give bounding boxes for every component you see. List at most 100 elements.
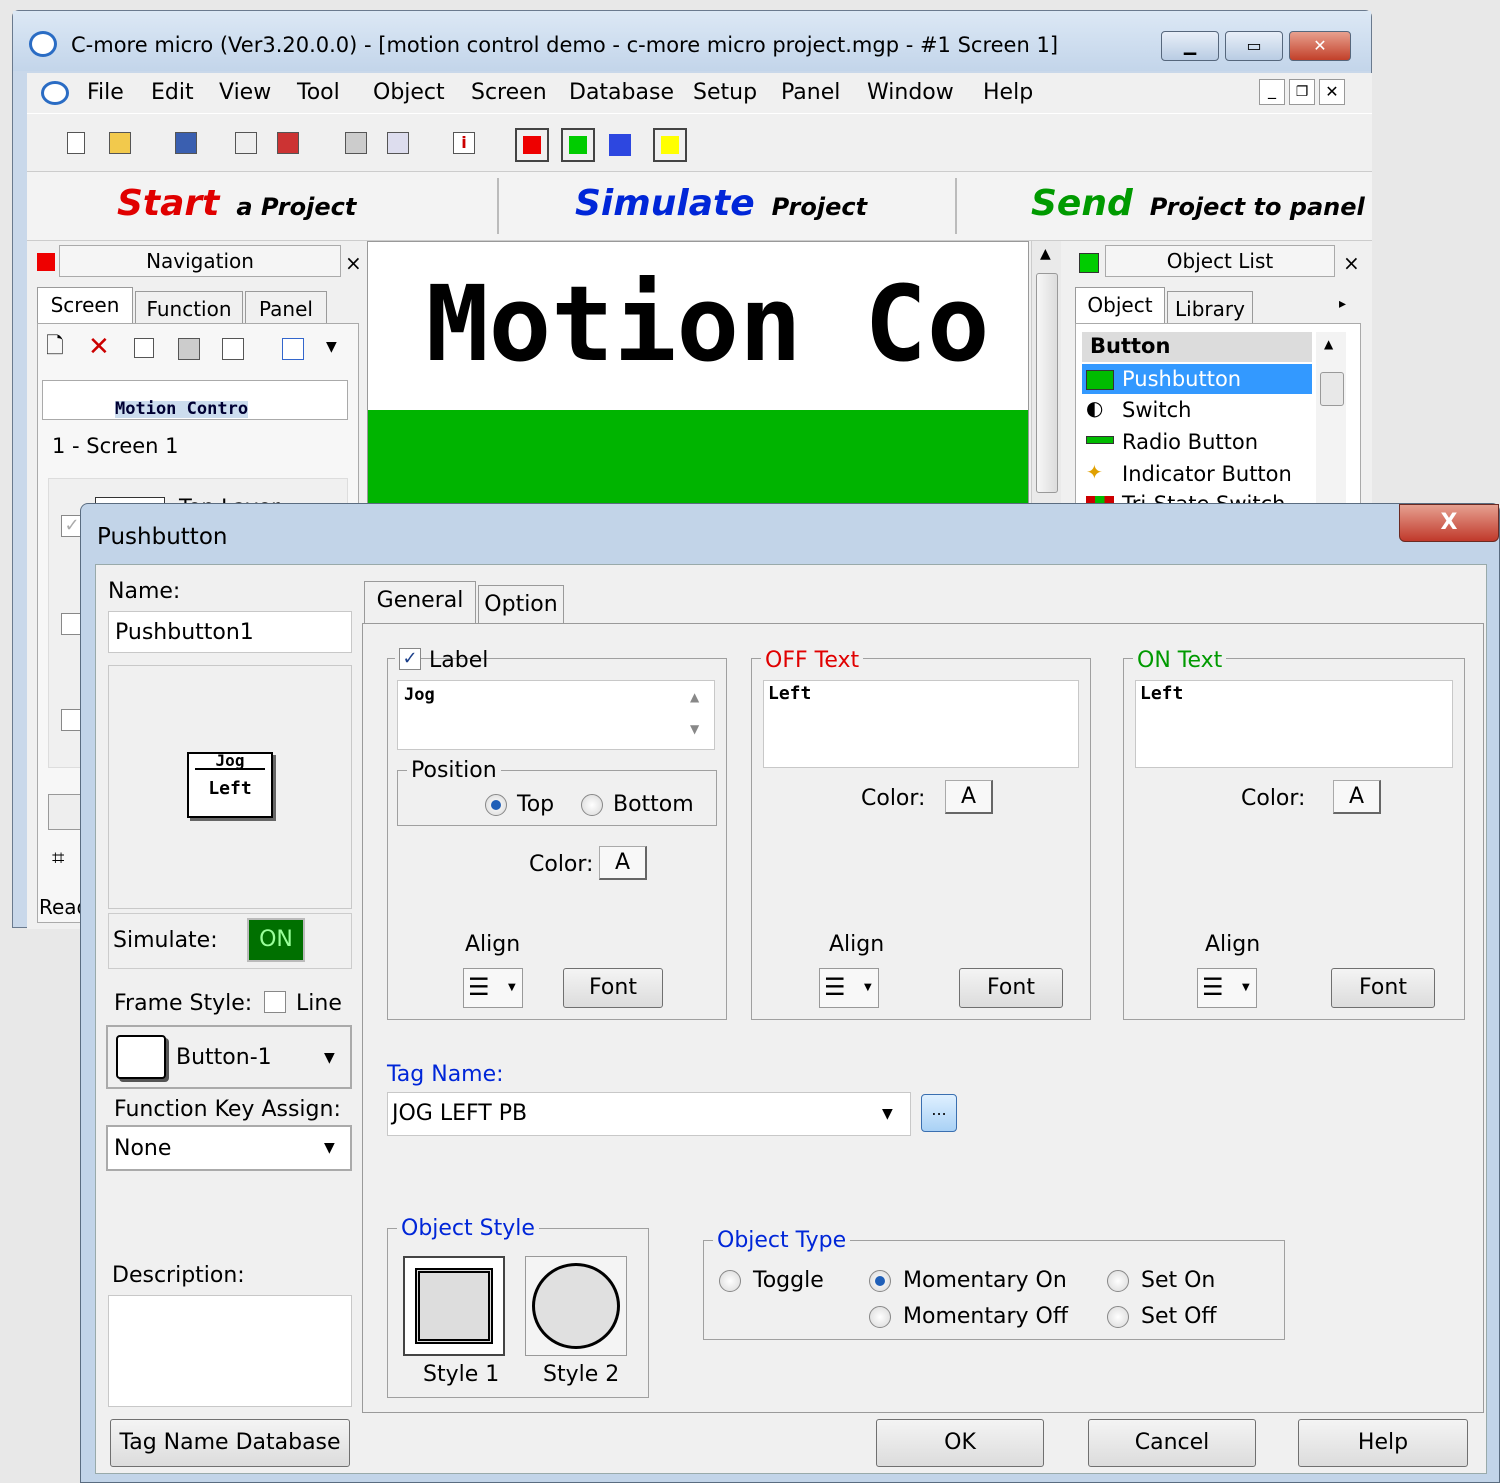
nav-tab-screen[interactable]: Screen xyxy=(37,287,133,323)
menu-tool[interactable]: Tool xyxy=(297,82,340,104)
menu-edit[interactable]: Edit xyxy=(151,82,194,104)
red-panel-icon[interactable] xyxy=(515,128,549,162)
yellow-panel-icon[interactable] xyxy=(653,128,687,162)
menu-file[interactable]: File xyxy=(87,82,124,104)
menu-database[interactable]: Database xyxy=(569,82,674,104)
tag-browse-button[interactable]: ... xyxy=(921,1094,957,1132)
menu-help[interactable]: Help xyxy=(983,82,1033,104)
off-font-button[interactable]: Font xyxy=(959,968,1063,1008)
properties-icon[interactable] xyxy=(222,338,244,360)
nav-tab-panel[interactable]: Panel xyxy=(245,291,327,323)
label-color-button[interactable]: A xyxy=(599,846,647,880)
on-color-button[interactable]: A xyxy=(1333,780,1381,814)
open-folder-icon[interactable] xyxy=(109,132,131,154)
on-font-button[interactable]: Font xyxy=(1331,968,1435,1008)
nav-close-icon[interactable]: × xyxy=(345,253,362,273)
tab-option[interactable]: Option xyxy=(478,585,564,623)
toggle-radio[interactable] xyxy=(719,1270,741,1292)
simulate-toggle[interactable]: ON xyxy=(247,918,305,962)
objlist-scrollbar[interactable]: ▲ xyxy=(1316,332,1346,512)
on-align-button[interactable]: ☰ ▼ xyxy=(1197,968,1257,1008)
menu-view[interactable]: View xyxy=(219,82,271,104)
maximize-button[interactable]: ▭ xyxy=(1225,31,1283,61)
copy-icon[interactable] xyxy=(134,338,154,358)
view-mode-icon[interactable] xyxy=(282,338,304,360)
screen-item[interactable]: 1 - Screen 1 xyxy=(52,436,179,457)
delete-screen-icon[interactable]: ✕ xyxy=(88,334,110,360)
info-icon[interactable]: i xyxy=(453,132,475,154)
objlist-item-pushbutton[interactable]: Pushbutton xyxy=(1082,364,1312,394)
objlist-category[interactable]: Button xyxy=(1082,332,1312,362)
mdi-restore-button[interactable]: ❐ xyxy=(1289,79,1315,105)
label-align-button[interactable]: ☰ ▼ xyxy=(463,968,523,1008)
objlist-item-indicator[interactable]: Indicator Button xyxy=(1122,464,1292,485)
start-project-link[interactable]: Start a Project xyxy=(117,186,356,222)
style1-option[interactable] xyxy=(403,1256,505,1356)
blue-panel-icon[interactable] xyxy=(609,134,631,156)
menu-window[interactable]: Window xyxy=(867,82,954,104)
description-field[interactable] xyxy=(108,1295,352,1407)
momentary-off-radio[interactable] xyxy=(869,1306,891,1328)
new-file-icon[interactable] xyxy=(67,132,85,154)
mdi-minimize-button[interactable]: _ xyxy=(1259,79,1285,105)
off-color-button[interactable]: A xyxy=(945,780,993,814)
objlist-tab-library[interactable]: Library xyxy=(1167,291,1253,323)
help-button[interactable]: Help xyxy=(1298,1419,1468,1467)
objlist-more-icon[interactable]: ▸ xyxy=(1339,297,1346,311)
grid-icon[interactable]: ⌗ xyxy=(52,848,64,870)
mdi-close-button[interactable]: ✕ xyxy=(1319,79,1345,105)
objlist-item-radio[interactable]: Radio Button xyxy=(1122,432,1258,453)
label-scroll-up-icon[interactable]: ▲ xyxy=(690,691,699,703)
objlist-item-switch[interactable]: Switch xyxy=(1122,400,1191,421)
new-screen-icon[interactable]: 🗋 xyxy=(46,336,64,358)
menu-panel[interactable]: Panel xyxy=(781,82,840,104)
set-on-radio[interactable] xyxy=(1107,1270,1129,1292)
name-field[interactable]: Pushbutton1 xyxy=(108,611,352,653)
paste-icon[interactable] xyxy=(178,338,200,360)
style2-option[interactable] xyxy=(525,1256,627,1356)
transfer-icon[interactable] xyxy=(277,132,299,154)
menu-screen[interactable]: Screen xyxy=(471,82,547,104)
line-checkbox[interactable] xyxy=(264,991,286,1013)
on-textarea[interactable]: Left xyxy=(1135,680,1453,768)
send-project-link[interactable]: Send Project to panel xyxy=(1031,186,1365,222)
canvas-scrollbar[interactable]: ▲ xyxy=(1031,241,1061,517)
print-preview-icon[interactable] xyxy=(387,132,409,154)
ok-button[interactable]: OK xyxy=(876,1419,1044,1467)
tag-name-database-button[interactable]: Tag Name Database xyxy=(110,1419,350,1467)
scroll-up-icon[interactable]: ▲ xyxy=(1040,247,1051,261)
minimize-button[interactable]: ▁ xyxy=(1161,31,1219,61)
label-checkbox[interactable]: ✓ xyxy=(399,648,421,670)
label-textarea[interactable]: Jog ▲ ▼ xyxy=(397,680,715,750)
print-icon[interactable] xyxy=(345,132,367,154)
nav-tab-function[interactable]: Function xyxy=(135,291,243,323)
position-top-radio[interactable] xyxy=(485,794,507,816)
position-bottom-radio[interactable] xyxy=(581,794,603,816)
off-align-button[interactable]: ☰ ▼ xyxy=(819,968,879,1008)
frame-style-select[interactable]: Button-1 ▼ xyxy=(106,1025,352,1089)
fkey-select[interactable]: None ▼ xyxy=(106,1125,352,1171)
green-panel-icon[interactable] xyxy=(561,128,595,162)
scroll-thumb[interactable] xyxy=(1036,273,1058,493)
dialog-close-button[interactable]: X xyxy=(1399,504,1499,542)
off-textarea[interactable]: Left xyxy=(763,680,1079,768)
cancel-button[interactable]: Cancel xyxy=(1088,1419,1256,1467)
momentary-on-radio[interactable] xyxy=(869,1270,891,1292)
set-off-radio[interactable] xyxy=(1107,1306,1129,1328)
label-scroll-down-icon[interactable]: ▼ xyxy=(690,723,699,735)
objlist-close-icon[interactable]: × xyxy=(1343,253,1360,273)
check-project-icon[interactable] xyxy=(235,132,257,154)
objlist-tab-object[interactable]: Object xyxy=(1075,287,1165,323)
simulate-project-link[interactable]: Simulate Project xyxy=(575,186,867,222)
close-button[interactable]: ✕ xyxy=(1289,31,1351,61)
screen-thumbnail[interactable]: Motion Contro xyxy=(42,380,348,420)
tag-name-select[interactable]: JOG LEFT PB ▼ xyxy=(387,1092,911,1136)
tab-general[interactable]: General xyxy=(364,581,476,623)
view-mode-dropdown-icon[interactable]: ▼ xyxy=(326,340,337,354)
menu-object[interactable]: Object xyxy=(373,82,445,104)
save-icon[interactable] xyxy=(175,132,197,154)
objlist-scroll-up-icon[interactable]: ▲ xyxy=(1324,338,1333,350)
menu-setup[interactable]: Setup xyxy=(693,82,757,104)
objlist-scroll-thumb[interactable] xyxy=(1320,372,1344,406)
label-font-button[interactable]: Font xyxy=(563,968,663,1008)
